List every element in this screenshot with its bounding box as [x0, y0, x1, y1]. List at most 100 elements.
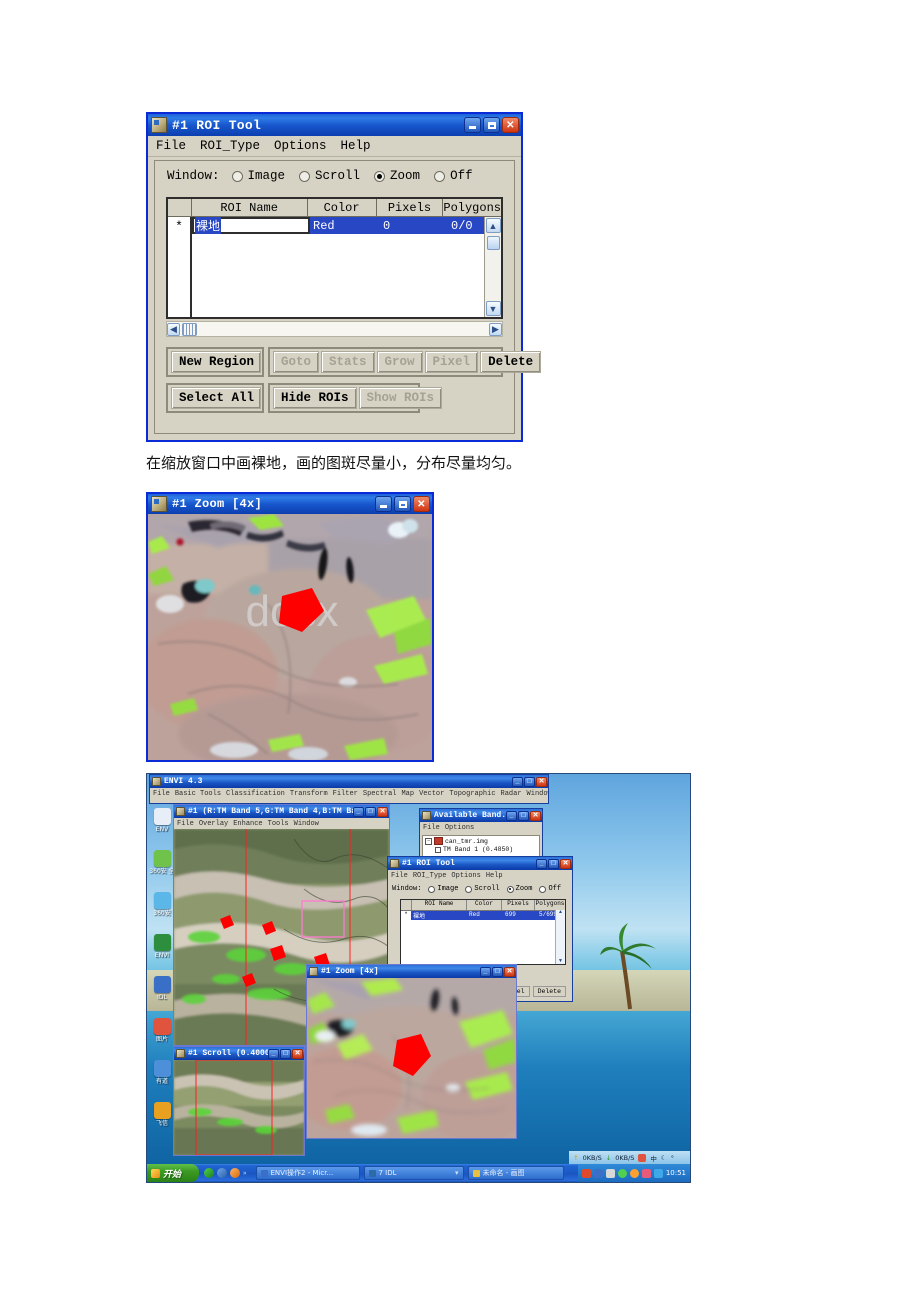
- menu-item-window[interactable]: Window: [294, 820, 319, 828]
- menu-item-roi-type[interactable]: ROI_Type: [413, 872, 447, 880]
- tray-qq-icon[interactable]: [629, 1168, 639, 1178]
- explorer-icon[interactable]: [217, 1168, 227, 1178]
- envi-main-menu-bar[interactable]: File Basic Tools Classification Transfor…: [150, 788, 548, 799]
- window-controls[interactable]: _ □ ✕: [268, 1048, 303, 1059]
- pixel-button[interactable]: Pixel: [424, 351, 479, 373]
- available-bands-title-bar[interactable]: Available Band... _ □ ✕: [420, 809, 542, 822]
- close-button[interactable]: ✕: [536, 776, 547, 787]
- menu-item-file[interactable]: File: [177, 820, 194, 828]
- scroll-up-icon[interactable]: ▲: [558, 910, 563, 915]
- tree-expand-icon[interactable]: −: [425, 837, 432, 845]
- display-menu-bar[interactable]: File Overlay Enhance Tools Window: [174, 818, 389, 829]
- menu-item-file[interactable]: File: [156, 139, 186, 153]
- menu-item-map[interactable]: Map: [401, 790, 414, 798]
- desktop-icon[interactable]: 360安: [149, 892, 175, 917]
- grow-button[interactable]: Grow: [376, 351, 423, 373]
- minimize-button[interactable]: _: [512, 776, 523, 787]
- show-rois-button[interactable]: Show ROIs: [358, 387, 443, 409]
- scroll-down-icon[interactable]: ▼: [558, 959, 563, 964]
- scroll-image-canvas[interactable]: [174, 1060, 304, 1155]
- quick-launch-bar[interactable]: »: [199, 1168, 252, 1178]
- tray-app-icon[interactable]: [641, 1168, 651, 1178]
- menu-item-topographic[interactable]: Topographic: [449, 790, 495, 798]
- minimize-button[interactable]: [375, 496, 392, 512]
- minimize-button[interactable]: _: [268, 1048, 279, 1059]
- desktop-icon[interactable]: 360安 全: [149, 850, 175, 875]
- horizontal-scroll-thumb[interactable]: [182, 322, 197, 336]
- table-row[interactable]: * 裸地 Red 699 5/699: [401, 911, 565, 920]
- close-button[interactable]: ✕: [502, 117, 519, 133]
- menu-item-options[interactable]: Options: [445, 824, 474, 832]
- available-bands-window[interactable]: Available Band... _ □ ✕ File Options − c…: [419, 808, 543, 860]
- menu-item-filter[interactable]: Filter: [333, 790, 358, 798]
- menu-item-transform[interactable]: Transform: [290, 790, 328, 798]
- close-button[interactable]: ✕: [504, 966, 515, 977]
- radio-window-scroll[interactable]: Scroll: [299, 169, 360, 183]
- roi-name-input[interactable]: 裸地: [192, 217, 310, 234]
- select-all-button[interactable]: Select All: [171, 387, 261, 409]
- radio-window-zoom[interactable]: Zoom: [506, 885, 532, 893]
- tray-volume-icon[interactable]: [605, 1168, 615, 1178]
- maximize-button[interactable]: □: [280, 1048, 291, 1059]
- tray-shield-icon[interactable]: [617, 1168, 627, 1178]
- menu-item-radar[interactable]: Radar: [501, 790, 522, 798]
- taskbar-item-paint[interactable]: 未命名 - 画图: [467, 1166, 564, 1180]
- stats-button[interactable]: Stats: [321, 351, 375, 373]
- taskbar-item-idl[interactable]: 7 IDL ▾: [363, 1166, 464, 1180]
- close-button[interactable]: ✕: [292, 1048, 303, 1059]
- tray-sogou-icon[interactable]: [581, 1168, 591, 1178]
- menu-item-roi-type[interactable]: ROI_Type: [200, 139, 260, 153]
- table-row[interactable]: 裸地 Red 0 0/0: [192, 217, 484, 234]
- menu-item-spectral[interactable]: Spectral: [363, 790, 397, 798]
- tree-child-node[interactable]: TM Band 1 (0.4850): [435, 846, 537, 853]
- desktop-icon[interactable]: 有道: [149, 1060, 175, 1085]
- degree-icon[interactable]: °: [671, 1154, 674, 1162]
- windows-taskbar[interactable]: 开始 » ENVI操作2 - Micr... 7 IDL ▾ 未命名 - 画图: [147, 1164, 690, 1182]
- maximize-button[interactable]: □: [365, 806, 376, 817]
- minimize-button[interactable]: _: [536, 858, 547, 869]
- window-controls[interactable]: _ □ ✕: [506, 810, 541, 821]
- roi-tool-2-menu-bar[interactable]: File ROI_Type Options Help: [388, 870, 572, 881]
- roi-tool-window[interactable]: #1 ROI Tool ✕ File ROI_Type Options Help…: [146, 112, 542, 442]
- radio-window-image[interactable]: Image: [231, 169, 285, 183]
- maximize-button[interactable]: □: [548, 858, 559, 869]
- taskbar-group-chevron-icon[interactable]: ▾: [455, 1169, 459, 1177]
- menu-item-enhance[interactable]: Enhance: [233, 820, 262, 828]
- window-controls[interactable]: ✕: [464, 117, 519, 133]
- vertical-scroll-thumb[interactable]: [486, 236, 500, 250]
- maximize-button[interactable]: [394, 496, 411, 512]
- maximize-button[interactable]: □: [524, 776, 535, 787]
- scroll-right-icon[interactable]: ▶: [489, 322, 502, 336]
- maximize-button[interactable]: [483, 117, 500, 133]
- goto-button[interactable]: Goto: [273, 351, 320, 373]
- scroll-up-icon[interactable]: ▲: [485, 218, 501, 233]
- hide-rois-button[interactable]: Hide ROIs: [273, 387, 357, 409]
- desktop-icon[interactable]: 图片: [149, 1018, 175, 1043]
- taskbar-clock[interactable]: 10:51: [666, 1169, 686, 1177]
- maximize-button[interactable]: □: [492, 966, 503, 977]
- start-button[interactable]: 开始: [147, 1164, 199, 1182]
- zoom-window-2[interactable]: #1 Zoom [4x] _ □ ✕: [306, 964, 517, 1139]
- delete-button[interactable]: Delete: [480, 351, 542, 373]
- roi-table[interactable]: ROI Name Color Pixels Polygons * 裸地 Red …: [166, 197, 503, 319]
- window-controls[interactable]: _ □ ✕: [512, 776, 547, 787]
- radio-window-image[interactable]: Image: [428, 885, 458, 893]
- zoom-window-2-title-bar[interactable]: #1 Zoom [4x] _ □ ✕: [307, 965, 516, 978]
- roi-table-2[interactable]: ROI Name Color Pixels Polygons * 裸地 Red …: [400, 899, 566, 965]
- desktop-icon[interactable]: IDL: [149, 976, 175, 1001]
- desktop-icon[interactable]: 飞信: [149, 1102, 175, 1127]
- scroll-window-title-bar[interactable]: #1 Scroll (0.40000) _ □ ✕: [174, 1047, 304, 1060]
- zoom-satellite-image[interactable]: docx: [148, 514, 432, 760]
- tray-update-icon[interactable]: [653, 1168, 663, 1178]
- close-button[interactable]: ✕: [413, 496, 430, 512]
- window-controls[interactable]: _ □ ✕: [353, 806, 388, 817]
- window-controls[interactable]: _ □ ✕: [480, 966, 515, 977]
- envi-main-title-bar[interactable]: ENVI 4.3 _ □ ✕: [150, 775, 548, 788]
- desktop-icon[interactable]: ENV: [149, 808, 175, 833]
- available-bands-tree[interactable]: − can_tmr.img TM Band 1 (0.4850): [422, 835, 540, 858]
- menu-item-help[interactable]: Help: [341, 139, 371, 153]
- close-button[interactable]: ✕: [377, 806, 388, 817]
- sogou-icon[interactable]: [638, 1153, 647, 1162]
- desktop-icon[interactable]: ENVI: [149, 934, 175, 959]
- radio-window-off[interactable]: Off: [539, 885, 561, 893]
